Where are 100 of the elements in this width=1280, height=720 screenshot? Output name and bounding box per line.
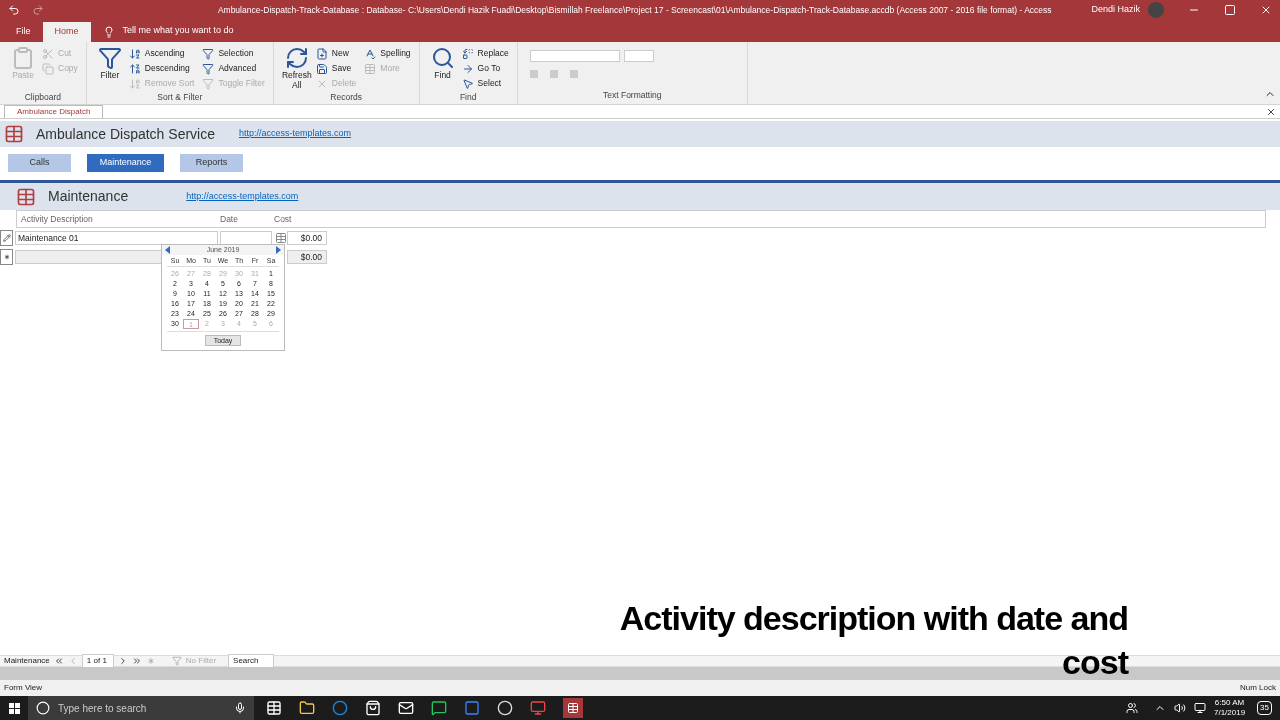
next-month-icon[interactable]: [276, 246, 281, 254]
record-nav-label: Maintenance: [4, 655, 50, 667]
font-field[interactable]: [529, 50, 620, 62]
caption: Activity description with date and cost: [619, 598, 1128, 683]
funnel-icon: [202, 47, 215, 60]
clock-time[interactable]: 6:50 AM: [1214, 698, 1245, 708]
ribbon-group-label: Clipboard: [23, 91, 63, 104]
form-icon: [16, 186, 36, 207]
tell-me-field[interactable]: Tell me what you want to do: [122, 23, 234, 37]
record-selector[interactable]: [0, 230, 13, 246]
copy-icon: [42, 62, 54, 75]
ribbon-button[interactable]: Spelling: [364, 46, 411, 61]
cost-field[interactable]: $0.00: [287, 231, 327, 245]
nav-button[interactable]: Maintenance: [87, 154, 164, 172]
ribbon-tab[interactable]: File: [4, 22, 43, 42]
mail-icon[interactable]: [398, 700, 414, 716]
arrow-icon: [461, 62, 474, 75]
window-title: Ambulance-Dispatch-Track-Database : Database- C:\Users\Dendi Hazik Fuadi\Desktop\Bismillah Freelance\Project 17 - Screencast\01\Ambulance-Dispatch-Track-Database.accdb (Access 2007 - 2016 file format) - Access: [216, 3, 1053, 17]
close-document-icon[interactable]: [1266, 107, 1276, 117]
ribbon-button[interactable]: New: [315, 46, 357, 61]
sort-icon: [128, 77, 141, 90]
scissors-icon: [42, 47, 54, 60]
ribbon-button[interactable]: Advanced: [202, 61, 265, 76]
clock-date[interactable]: 7/1/2019: [1213, 708, 1246, 718]
recorder-icon[interactable]: [530, 700, 546, 716]
lightbulb-icon: [102, 26, 115, 38]
funnel-icon: [202, 62, 215, 75]
save-icon: [315, 62, 328, 75]
maximize-icon[interactable]: [1224, 4, 1236, 16]
sort-descending-icon: [128, 62, 141, 75]
pointer-icon: [461, 77, 474, 90]
ribbon-button[interactable]: Save: [315, 61, 357, 76]
column-header: Date: [220, 212, 239, 226]
ribbon-button[interactable]: Go To: [461, 61, 509, 76]
first-record-icon[interactable]: [53, 656, 64, 666]
funnel-icon: [97, 46, 122, 70]
store-icon[interactable]: [365, 700, 381, 716]
chat-app-icon[interactable]: [431, 700, 447, 716]
form-title: Maintenance: [48, 187, 129, 206]
nav-button[interactable]: Reports: [180, 154, 243, 172]
size-field[interactable]: [623, 50, 654, 62]
asterisk-icon: [2, 253, 11, 261]
network-icon[interactable]: [1193, 702, 1206, 714]
ribbon-button[interactable]: Descending: [128, 61, 195, 76]
num-lock-status: Num Lock: [1240, 682, 1276, 694]
task-view-icon[interactable]: [266, 700, 282, 716]
website-link[interactable]: http://access-templates.com: [186, 189, 299, 204]
microphone-icon[interactable]: [234, 702, 246, 714]
ribbon-button[interactable]: Select: [461, 76, 509, 91]
refresh-icon: [284, 46, 309, 70]
clipboard-icon: [11, 46, 35, 70]
folder-icon[interactable]: [299, 700, 315, 716]
funnel-icon: [171, 656, 182, 666]
funnel-icon: [202, 77, 215, 90]
ribbon-tab[interactable]: Home: [42, 22, 91, 42]
pencil-icon: [2, 234, 11, 242]
column-header: Cost: [274, 212, 293, 226]
undo-icon[interactable]: [8, 4, 20, 16]
ribbon-group-label: Sort & Filter: [156, 91, 204, 104]
sort-ascending-icon: [128, 47, 141, 60]
new-document-icon: [315, 47, 328, 60]
replace-icon: [461, 47, 474, 60]
search-field[interactable]: Search: [228, 654, 275, 668]
last-record-icon[interactable]: [131, 656, 142, 666]
ribbon-large-button[interactable]: Refresh All: [281, 46, 312, 91]
form-icon: [4, 124, 24, 144]
website-link[interactable]: http://access-templates.com: [239, 127, 352, 141]
notifications-badge[interactable]: 35: [1257, 701, 1272, 715]
search-icon: [430, 46, 455, 70]
description-field[interactable]: Maintenance 01: [15, 231, 218, 245]
ribbon-large-button[interactable]: Find: [427, 46, 458, 91]
grid-icon: [364, 62, 377, 75]
ribbon-large-button[interactable]: Filter: [94, 46, 125, 91]
ribbon-group-label: Find: [458, 91, 478, 104]
close-icon[interactable]: [1260, 4, 1272, 16]
column-header: Activity Description: [20, 212, 94, 226]
access-app-icon[interactable]: [563, 698, 583, 718]
browser-icon[interactable]: [332, 700, 348, 716]
app-title: Ambulance Dispatch Service: [36, 124, 215, 144]
nav-button[interactable]: Calls: [8, 154, 71, 172]
ribbon-button[interactable]: Ascending: [128, 46, 195, 61]
ribbon-group-label: Records: [329, 91, 363, 104]
cost-field[interactable]: $0.00: [287, 250, 327, 264]
volume-icon[interactable]: [1173, 702, 1186, 714]
ribbon-button[interactable]: Selection: [202, 46, 265, 61]
view-status: Form View: [4, 682, 43, 694]
ribbon-button[interactable]: Replace: [461, 46, 509, 61]
avatar: [1148, 2, 1164, 18]
search-placeholder: Type here to search: [58, 701, 148, 716]
spelling-icon: [364, 47, 377, 60]
record-position-field[interactable]: 1 of 1: [81, 654, 114, 668]
record-selector[interactable]: [0, 249, 13, 265]
ribbon-group-label: Text Formatting: [602, 89, 663, 103]
people-icon[interactable]: [1125, 702, 1138, 714]
taskbar-search-field[interactable]: Type here to search: [28, 696, 254, 720]
calendar-icon[interactable]: [275, 232, 287, 244]
cortana-icon: [36, 701, 50, 715]
document-tab[interactable]: Ambulance Dispatch: [4, 105, 104, 118]
date-field[interactable]: [220, 231, 272, 245]
previous-month-icon[interactable]: [165, 246, 170, 254]
